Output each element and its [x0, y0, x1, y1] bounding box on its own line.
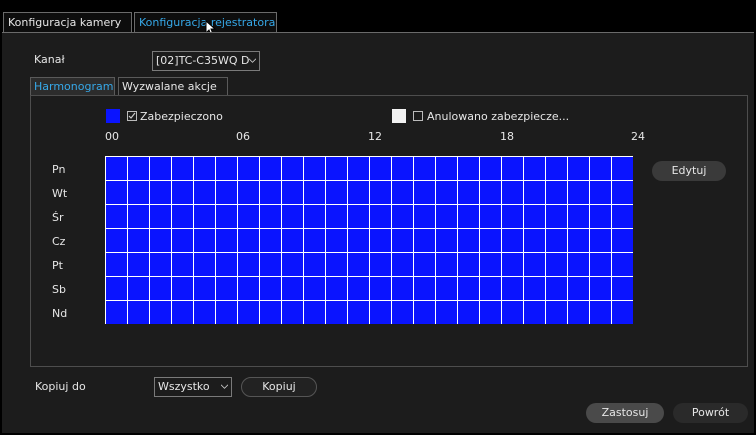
armed-checkbox[interactable] — [127, 111, 137, 121]
subtab-trigger-actions[interactable]: Wyzwalane akcje — [118, 77, 228, 95]
channel-select[interactable]: [02]TC-C35WQ D — [152, 51, 260, 71]
disarmed-label: Anulowano zabezpiecze... — [427, 110, 570, 123]
armed-label: Zabezpieczono — [140, 110, 223, 123]
chevron-down-icon — [221, 384, 228, 389]
schedule-grid-lines — [105, 156, 633, 324]
disarmed-color-swatch — [392, 109, 406, 123]
edit-button[interactable]: Edytuj — [652, 161, 726, 181]
schedule-grid[interactable] — [105, 156, 633, 324]
day-label: Cz — [52, 235, 66, 248]
tab-bar: Konfiguracja kamery Konfiguracja rejestr… — [0, 0, 756, 36]
day-label: Sb — [52, 283, 66, 296]
hour-label: 24 — [631, 130, 645, 143]
subtab-schedule[interactable]: Harmonogram — [30, 77, 115, 95]
hour-label: 18 — [500, 130, 514, 143]
disarmed-checkbox[interactable] — [413, 111, 423, 121]
hour-label: 00 — [105, 130, 119, 143]
day-label: Pn — [52, 163, 66, 176]
day-label: Nd — [52, 307, 68, 320]
checkmark-icon — [128, 112, 136, 119]
apply-button[interactable]: Zastosuj — [586, 403, 664, 423]
hour-label: 06 — [236, 130, 250, 143]
copy-button[interactable]: Kopiuj — [241, 377, 317, 397]
chevron-down-icon — [249, 58, 256, 63]
hour-label: 12 — [368, 130, 382, 143]
back-button[interactable]: Powrót — [673, 403, 748, 423]
day-label: Pt — [52, 259, 63, 272]
tab-camera-config[interactable]: Konfiguracja kamery — [3, 12, 132, 32]
armed-color-swatch — [106, 109, 120, 123]
day-label: Śr — [52, 211, 64, 224]
copy-target-value: Wszystko — [158, 380, 210, 393]
channel-label: Kanał — [34, 53, 65, 66]
copy-target-select[interactable]: Wszystko — [154, 377, 232, 397]
channel-select-value: [02]TC-C35WQ D — [156, 54, 250, 67]
copy-to-label: Kopiuj do — [35, 380, 86, 393]
day-label: Wt — [52, 187, 68, 200]
